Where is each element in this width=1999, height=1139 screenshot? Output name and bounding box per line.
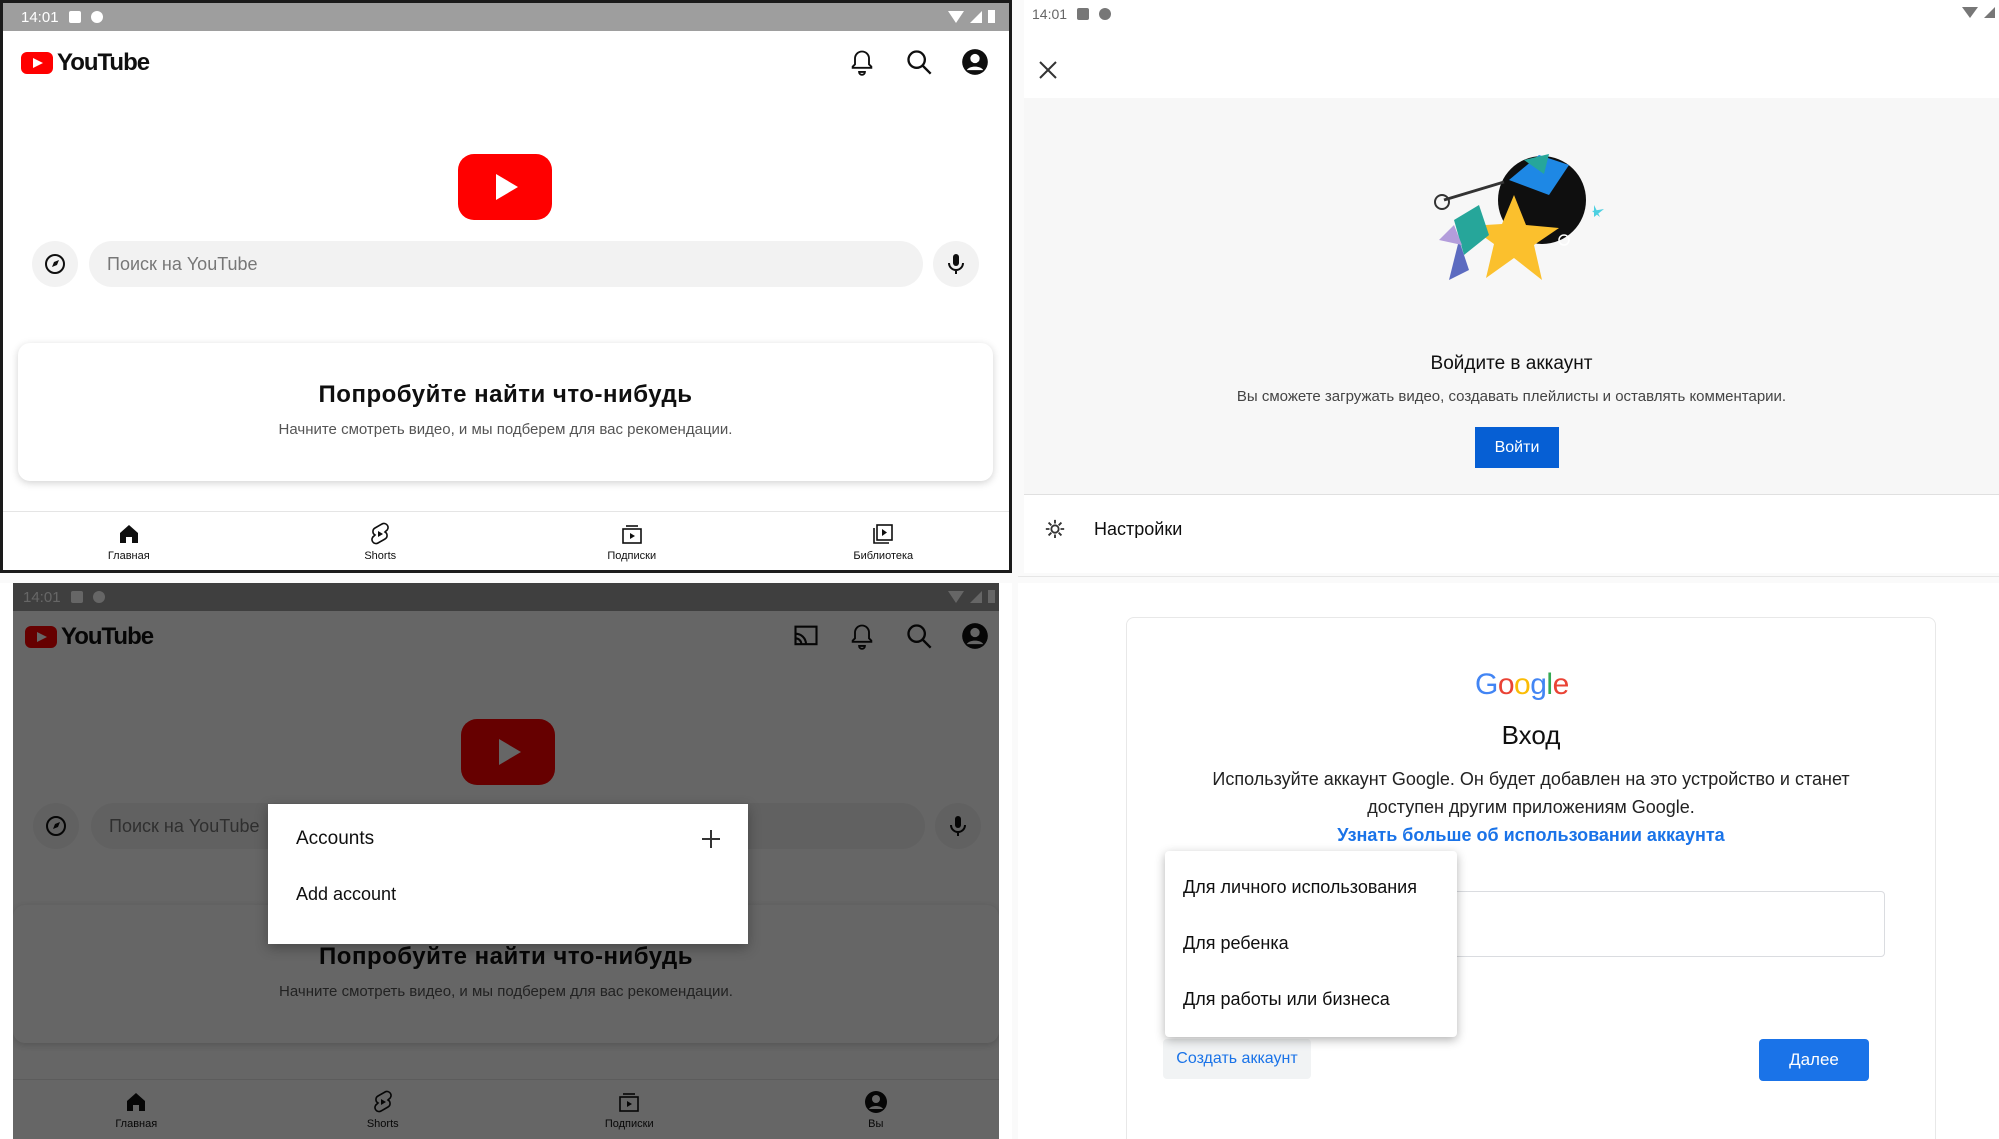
menu-item-business[interactable]: Для работы или бизнеса	[1183, 989, 1390, 1010]
youtube-play-icon	[21, 52, 53, 74]
signin-prompt-panel: 14:01 Войдите в аккаунт Вы сможете загру…	[1024, 0, 1999, 573]
battery-icon	[988, 10, 995, 23]
nav-home[interactable]: Главная	[3, 512, 255, 570]
youtube-home-panel: 14:01 YouTube Поиск на YouTube Попробуйт…	[0, 0, 1012, 573]
signin-heading: Вход	[1501, 720, 1561, 750]
logo-letter: e	[1552, 668, 1570, 701]
wifi-icon	[948, 10, 964, 23]
logo-letter: o	[1497, 668, 1515, 701]
panel-divider	[0, 573, 1999, 583]
menu-item-child[interactable]: Для ребенка	[1183, 933, 1289, 954]
youtube-big-logo-icon	[458, 154, 552, 220]
search-input[interactable]: Поиск на YouTube	[89, 241, 923, 287]
logo-letter: o	[1514, 668, 1531, 701]
settings-label: Настройки	[1094, 518, 1183, 539]
create-account-button[interactable]: Создать аккаунт	[1163, 1039, 1311, 1079]
status-time: 14:01	[1032, 6, 1068, 22]
nav-label: Библиотека	[853, 550, 914, 562]
search-icon[interactable]	[905, 48, 933, 76]
status-bar: 14:01	[1024, 0, 1999, 28]
logo-letter: g	[1530, 668, 1547, 701]
logo-text: YouTube	[57, 49, 150, 76]
youtube-accounts-panel: 14:01 YouTube Поиск на YouTube Попробуйт…	[13, 583, 999, 1139]
accounts-title: Accounts	[296, 828, 375, 849]
compass-icon	[45, 254, 65, 274]
wifi-icon	[1962, 7, 1978, 18]
nav-label: Подписки	[607, 550, 657, 562]
nav-subscriptions[interactable]: Подписки	[506, 512, 758, 570]
explore-button[interactable]	[32, 241, 78, 287]
menu-item-personal[interactable]: Для личного использования	[1183, 877, 1417, 898]
notification-icon	[68, 11, 81, 23]
close-icon[interactable]	[1038, 60, 1058, 80]
panel-divider	[1018, 576, 1999, 577]
nav-label: Главная	[107, 550, 150, 562]
account-icon[interactable]	[961, 48, 989, 76]
logo-letter: G	[1475, 668, 1498, 701]
shield-icon	[90, 11, 103, 23]
voice-search-button[interactable]	[933, 241, 979, 287]
library-icon	[873, 524, 894, 544]
subscriptions-icon	[621, 525, 642, 544]
empty-state-subtitle: Начните смотреть видео, и мы подберем дл…	[278, 421, 733, 438]
youtube-logo[interactable]: YouTube	[21, 49, 150, 77]
add-account-item[interactable]: Add account	[296, 884, 396, 905]
mic-icon	[948, 254, 964, 274]
shield-icon	[1099, 8, 1112, 20]
signin-title: Войдите в аккаунт	[1430, 353, 1593, 374]
signin-section: Войдите в аккаунт Вы сможете загружать в…	[1024, 98, 1999, 494]
shorts-icon	[371, 522, 390, 545]
search-placeholder: Поиск на YouTube	[107, 253, 258, 274]
home-icon	[119, 525, 138, 543]
gear-icon	[1045, 519, 1065, 539]
signal-icon	[970, 10, 982, 23]
signin-subtitle: Вы сможете загружать видео, создавать пл…	[1236, 388, 1787, 405]
divider	[1024, 494, 1999, 495]
create-account-menu: Для личного использования Для ребенка Дл…	[1165, 851, 1457, 1037]
status-bar: 14:01	[3, 3, 1009, 31]
nav-library[interactable]: Библиотека	[758, 512, 1010, 570]
bottom-nav: Главная Shorts Подписки Библиотека	[3, 511, 1010, 570]
nav-label: Shorts	[364, 550, 397, 562]
status-right-icons	[1962, 7, 1995, 18]
signal-icon	[1984, 7, 1995, 18]
signin-button[interactable]: Войти	[1475, 427, 1559, 468]
learn-more-link[interactable]: Узнать больше об использовании аккаунта	[1127, 825, 1935, 846]
status-time: 14:01	[21, 8, 59, 26]
clip-mask	[1024, 538, 1999, 573]
google-logo: Google	[1475, 668, 1569, 702]
next-button[interactable]: Далее	[1759, 1039, 1869, 1081]
empty-state-title: Попробуйте найти что-нибудь	[318, 381, 693, 408]
plus-icon[interactable]	[700, 828, 722, 850]
signin-description-line2: доступен другим приложениям Google.	[1367, 797, 1695, 817]
signin-illustration-icon	[1434, 154, 1604, 280]
google-signin-panel: Google Вход Используйте аккаунт Google. …	[1018, 583, 1999, 1139]
settings-item[interactable]: Настройки	[1044, 518, 1182, 540]
notification-icon	[1077, 8, 1090, 20]
bell-icon[interactable]	[848, 48, 876, 76]
empty-state-card: Попробуйте найти что-нибудь Начните смот…	[18, 343, 993, 481]
signin-description-line1: Используйте аккаунт Google. Он будет доб…	[1212, 769, 1850, 789]
nav-shorts[interactable]: Shorts	[255, 512, 507, 570]
accounts-popup: Accounts Add account	[268, 804, 748, 944]
status-right-icons	[948, 10, 995, 23]
